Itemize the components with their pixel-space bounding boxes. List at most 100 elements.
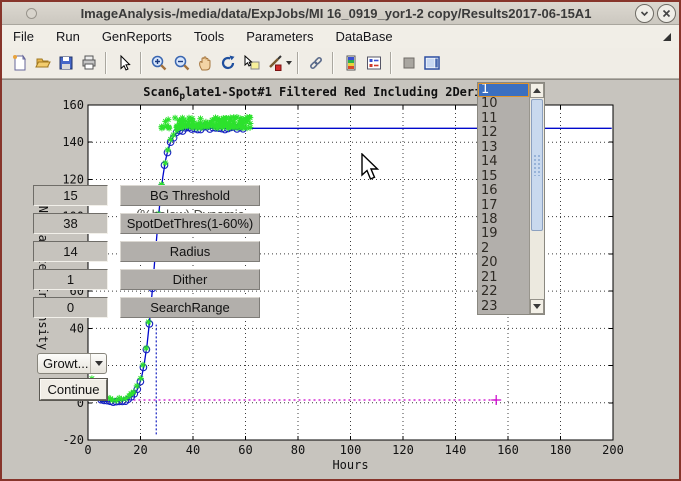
new-document-button[interactable]	[8, 51, 31, 75]
show-plot-tools-icon	[423, 54, 441, 72]
menu-run[interactable]: Run	[45, 25, 91, 48]
listbox-item[interactable]: 17	[478, 199, 529, 213]
toolbar-separator	[390, 52, 392, 74]
hide-plot-tools-button[interactable]	[397, 51, 420, 75]
bg-threshold-field[interactable]	[33, 185, 108, 206]
svg-text:40: 40	[186, 443, 200, 457]
save-icon	[57, 54, 75, 72]
searchrange-field[interactable]	[33, 297, 108, 318]
radius-button[interactable]: Radius	[120, 241, 260, 262]
open-folder-icon	[34, 54, 52, 72]
chevron-down-icon	[640, 9, 649, 18]
data-cursor-button[interactable]	[239, 51, 262, 75]
show-plot-tools-button[interactable]	[420, 51, 443, 75]
close-icon	[662, 9, 671, 18]
toolbar	[2, 48, 679, 79]
spotdetthres-button[interactable]: SpotDetThres(1-60%)	[120, 213, 260, 234]
scrollbar-down-button[interactable]	[530, 299, 544, 314]
hide-plot-tools-icon	[400, 54, 418, 72]
searchrange-button[interactable]: SearchRange	[120, 297, 260, 318]
menu-overflow-icon[interactable]	[663, 33, 671, 41]
listbox-item[interactable]: 15	[478, 170, 529, 184]
listbox-item[interactable]: 16	[478, 184, 529, 198]
menu-file[interactable]: File	[2, 25, 45, 48]
listbox-item[interactable]: 20	[478, 256, 529, 270]
minimize-button[interactable]	[635, 4, 654, 23]
toolbar-separator	[140, 52, 142, 74]
svg-text:200: 200	[602, 443, 624, 457]
menu-parameters[interactable]: Parameters	[235, 25, 324, 48]
listbox-items: 110111213141516171819220212223	[478, 83, 529, 314]
toolbar-separator	[297, 52, 299, 74]
toolbar-separator	[105, 52, 107, 74]
dither-button[interactable]: Dither	[120, 269, 260, 290]
toolbar-separator	[332, 52, 334, 74]
link-plots-button[interactable]	[304, 51, 327, 75]
close-button[interactable]	[657, 4, 676, 23]
brush-icon	[265, 54, 283, 72]
pan-tool-button[interactable]	[193, 51, 216, 75]
spotdetthres-field[interactable]	[33, 213, 108, 234]
new-document-icon	[11, 54, 29, 72]
link-icon	[307, 54, 325, 72]
window-icon	[26, 8, 37, 19]
chevron-down-icon	[95, 361, 103, 366]
scrollbar-thumb[interactable]	[531, 99, 543, 231]
svg-text:Scan6plate1-Spot#1 Filtered Re: Scan6plate1-Spot#1 Filtered Red Includin…	[143, 85, 524, 102]
colorbar-icon	[342, 54, 360, 72]
svg-text:160: 160	[62, 98, 84, 112]
menubar: File Run GenReports Tools Parameters Dat…	[2, 25, 679, 48]
dropdown-arrow-box	[90, 354, 106, 373]
listbox-item[interactable]: 14	[478, 155, 529, 169]
listbox-item[interactable]: 12	[478, 126, 529, 140]
menu-database[interactable]: DataBase	[324, 25, 403, 48]
pointer-icon	[115, 54, 133, 72]
listbox-item[interactable]: 11	[478, 112, 529, 126]
triangle-down-icon	[533, 304, 541, 309]
listbox-item[interactable]: 23	[478, 300, 529, 314]
zoom-in-button[interactable]	[147, 51, 170, 75]
svg-text:120: 120	[392, 443, 414, 457]
svg-text:140: 140	[445, 443, 467, 457]
print-icon	[80, 54, 98, 72]
pointer-tool-button[interactable]	[112, 51, 135, 75]
bg-threshold-button[interactable]: BG Threshold	[120, 185, 260, 206]
zoom-out-button[interactable]	[170, 51, 193, 75]
growth-dropdown[interactable]: Growt...	[37, 353, 107, 374]
rotate-3d-button[interactable]	[216, 51, 239, 75]
listbox-item[interactable]: 19	[478, 227, 529, 241]
open-file-button[interactable]	[31, 51, 54, 75]
menu-tools[interactable]: Tools	[183, 25, 235, 48]
brush-tool-button[interactable]	[262, 51, 285, 75]
zoom-in-icon	[150, 54, 168, 72]
data-cursor-icon	[242, 54, 260, 72]
save-button[interactable]	[54, 51, 77, 75]
radius-field[interactable]	[33, 241, 108, 262]
spot-number-listbox: 110111213141516171819220212223	[477, 82, 545, 315]
brush-dropdown-caret-icon[interactable]	[286, 61, 292, 65]
listbox-item[interactable]: 18	[478, 213, 529, 227]
print-button[interactable]	[77, 51, 100, 75]
menu-genreports[interactable]: GenReports	[91, 25, 183, 48]
listbox-scrollbar[interactable]	[529, 83, 544, 314]
listbox-item[interactable]: 1	[478, 83, 529, 97]
svg-text:0: 0	[84, 443, 91, 457]
scrollbar-up-button[interactable]	[530, 83, 544, 98]
insert-colorbar-button[interactable]	[339, 51, 362, 75]
pan-hand-icon	[196, 54, 214, 72]
listbox-item[interactable]: 13	[478, 141, 529, 155]
listbox-item[interactable]: 22	[478, 285, 529, 299]
svg-text:140: 140	[62, 135, 84, 149]
listbox-item[interactable]: 2	[478, 242, 529, 256]
svg-text:-20: -20	[62, 433, 84, 447]
listbox-item[interactable]: 10	[478, 97, 529, 111]
scrollbar-grip	[533, 154, 541, 176]
continue-button[interactable]: Continue	[40, 379, 107, 400]
svg-text:60: 60	[238, 443, 252, 457]
listbox-item[interactable]: 21	[478, 271, 529, 285]
svg-text:20: 20	[133, 443, 147, 457]
insert-legend-button[interactable]	[362, 51, 385, 75]
titlebar[interactable]: ImageAnalysis-/media/data/ExpJobs/MI 16_…	[2, 2, 679, 25]
svg-text:80: 80	[291, 443, 305, 457]
dither-field[interactable]	[33, 269, 108, 290]
